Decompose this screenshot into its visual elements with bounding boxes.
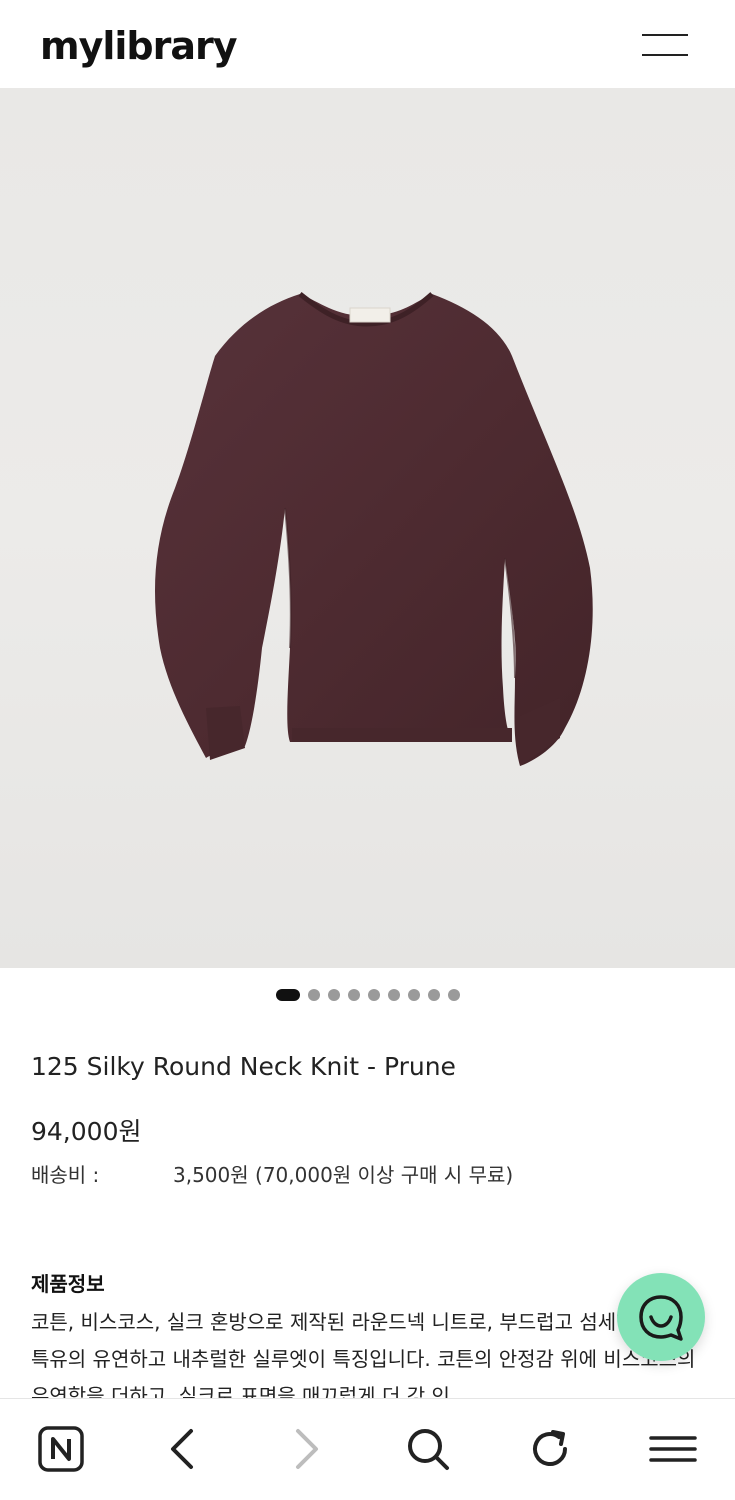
carousel-dot[interactable] [387,989,400,1001]
product-name: 125 Silky Round Neck Knit - Prune [31,1052,456,1081]
back-arrow-icon[interactable] [153,1421,213,1477]
carousel-dot[interactable] [275,989,300,1001]
shipping-value: 3,500원 (70,000원 이상 구매 시 무료) [173,1163,514,1187]
carousel-dot[interactable] [447,989,460,1001]
hamburger-menu-icon[interactable] [640,30,690,60]
knit-sweater-image [155,292,593,766]
shipping-label: 배송비 : [31,1163,100,1187]
product-info-title: 제품정보 [31,1272,105,1296]
menu-icon[interactable] [643,1421,703,1477]
carousel-dot[interactable] [427,989,440,1001]
chat-button[interactable] [617,1273,705,1361]
carousel-dot[interactable] [347,989,360,1001]
carousel-dot[interactable] [407,989,420,1001]
search-icon[interactable] [398,1421,458,1477]
product-price: 94,000원 [31,1117,142,1146]
browser-bottom-bar [0,1398,735,1500]
product-image[interactable] [0,88,735,968]
naver-n-icon[interactable] [31,1421,91,1477]
carousel-dots [0,988,735,1002]
carousel-dot[interactable] [327,989,340,1001]
product-info-body: 코튼, 비스코스, 실크 혼방으로 제작된 라운드넥 니트로, 부드럽고 섬세한… [31,1310,697,1398]
carousel-dot[interactable] [307,989,320,1001]
carousel-dot[interactable] [367,989,380,1001]
logo[interactable]: mylibrary [40,24,238,68]
forward-arrow-icon[interactable] [276,1421,336,1477]
refresh-icon[interactable] [520,1421,580,1477]
chat-bubble-icon [639,1295,683,1341]
header: mylibrary [0,0,735,88]
